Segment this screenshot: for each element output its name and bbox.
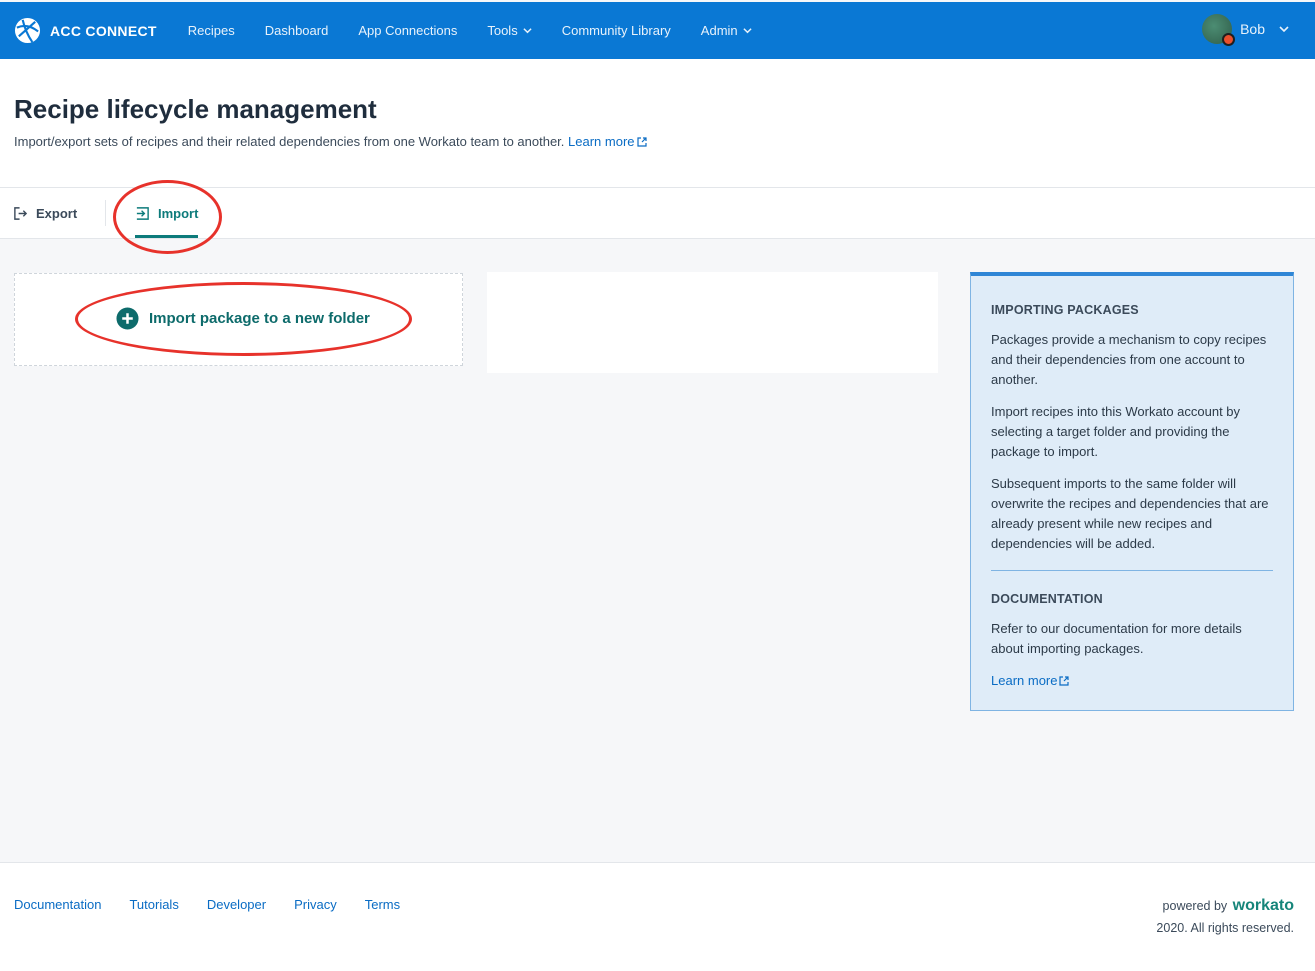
nav-dashboard[interactable]: Dashboard	[265, 23, 329, 38]
nav-app-connections-label: App Connections	[358, 23, 458, 38]
workato-wordmark[interactable]: workato	[1233, 897, 1294, 914]
page-description: Import/export sets of recipes and their …	[14, 134, 647, 149]
powered-by: powered by workato 2020. All rights rese…	[1156, 897, 1294, 935]
nav-recipes-label: Recipes	[187, 23, 235, 38]
tab-bar: Export Import	[0, 187, 1315, 239]
nav-dashboard-label: Dashboard	[264, 23, 329, 38]
export-icon	[14, 206, 28, 220]
page-description-text: Import/export sets of recipes and their …	[14, 134, 565, 149]
nav-recipes[interactable]: Recipes	[188, 23, 235, 38]
tab-divider	[105, 200, 106, 226]
footer-links: Documentation Tutorials Developer Privac…	[14, 897, 428, 912]
copyright-text: 2020. All rights reserved.	[1156, 921, 1294, 935]
side-learn-more-label: Learn more	[991, 673, 1058, 688]
footer-link-tutorials[interactable]: Tutorials	[129, 897, 178, 912]
import-icon	[136, 206, 149, 220]
learn-more-link[interactable]: Learn more	[568, 134, 647, 149]
powered-by-text: powered by	[1162, 899, 1228, 913]
importing-packages-heading: IMPORTING PACKAGES	[991, 303, 1139, 317]
nav-tools-label: Tools	[487, 23, 518, 38]
powered-by-line: powered by workato	[1156, 897, 1294, 915]
empty-content-panel	[487, 272, 938, 373]
avatar	[1202, 14, 1236, 46]
brand-name: ACC CONNECT	[50, 22, 157, 39]
nav-community-library-label: Community Library	[561, 23, 671, 38]
footer: Documentation Tutorials Developer Privac…	[0, 862, 1315, 971]
main-nav: Recipes Dashboard App Connections Tools …	[188, 23, 782, 38]
footer-link-documentation[interactable]: Documentation	[14, 897, 101, 912]
nav-tools[interactable]: Tools	[487, 23, 532, 38]
info-side-panel: IMPORTING PACKAGES Packages provide a me…	[970, 272, 1294, 711]
plus-circle-icon	[116, 307, 139, 330]
chevron-down-icon	[523, 28, 532, 34]
chevron-down-icon	[1279, 26, 1289, 33]
side-learn-more-link[interactable]: Learn more	[991, 673, 1070, 688]
avatar-badge	[1222, 33, 1236, 46]
page-title: Recipe lifecycle management	[14, 94, 377, 124]
globe-logo-icon	[14, 17, 41, 44]
nav-community-library[interactable]: Community Library	[562, 23, 671, 38]
top-nav-bar: ACC CONNECT Recipes Dashboard App Connec…	[0, 2, 1315, 59]
side-paragraph-2: Import recipes into this Workato account…	[991, 404, 1241, 459]
user-name: Bob	[1240, 21, 1265, 37]
external-link-icon	[1059, 676, 1070, 686]
tab-import-label: Import	[158, 205, 199, 221]
import-package-label: Import package to a new folder	[149, 310, 370, 327]
side-paragraph-3: Subsequent imports to the same folder wi…	[991, 476, 1269, 551]
import-package-button[interactable]: Import package to a new folder	[116, 307, 370, 330]
footer-link-developer[interactable]: Developer	[207, 897, 266, 912]
brand[interactable]: ACC CONNECT	[14, 17, 157, 44]
side-paragraph-4: Refer to our documentation for more deta…	[991, 621, 1242, 656]
footer-link-privacy[interactable]: Privacy	[294, 897, 337, 912]
tab-export[interactable]: Export	[13, 188, 77, 238]
nav-admin-label: Admin	[700, 23, 738, 38]
documentation-heading: DOCUMENTATION	[991, 592, 1103, 606]
side-divider	[991, 570, 1273, 571]
tab-import[interactable]: Import	[135, 188, 199, 238]
nav-app-connections[interactable]: App Connections	[358, 23, 457, 38]
external-link-icon	[636, 137, 647, 147]
learn-more-label: Learn more	[568, 134, 635, 149]
import-card: Import package to a new folder	[14, 273, 463, 366]
side-paragraph-1: Packages provide a mechanism to copy rec…	[991, 332, 1267, 387]
page-header: Recipe lifecycle management Import/expor…	[0, 59, 1315, 187]
tab-export-label: Export	[36, 205, 78, 221]
chevron-down-icon	[743, 28, 752, 34]
nav-admin[interactable]: Admin	[701, 23, 752, 38]
footer-link-terms[interactable]: Terms	[365, 897, 400, 912]
user-menu[interactable]: Bob	[1202, 14, 1289, 46]
